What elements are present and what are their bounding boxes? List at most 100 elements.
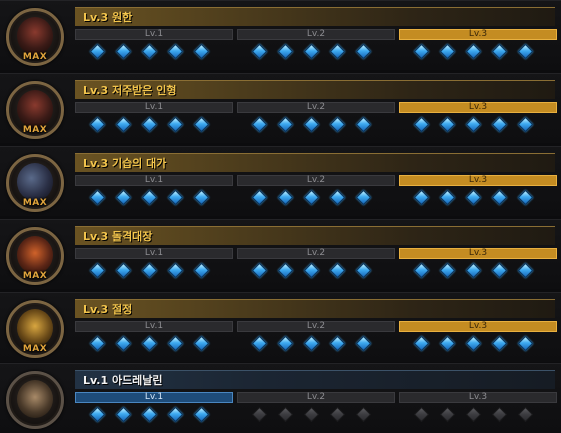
gem-icon bbox=[439, 335, 456, 352]
gem-icon bbox=[355, 116, 372, 133]
gem-icon bbox=[115, 189, 132, 206]
running-figure-portrait-icon bbox=[17, 380, 53, 418]
gem-icon bbox=[355, 262, 372, 279]
gem-icon bbox=[517, 116, 534, 133]
skill-row[interactable]: MAX Lv.3 기습의 대가 Lv.1 Lv.2 Lv.3 bbox=[0, 146, 561, 216]
gem-icon bbox=[465, 262, 482, 279]
level-tab-2[interactable]: Lv.2 bbox=[237, 175, 395, 186]
skill-icon-frame[interactable]: MAX bbox=[6, 154, 64, 212]
skill-icon-frame[interactable]: MAX bbox=[6, 81, 64, 139]
level-tab-3[interactable]: Lv.3 bbox=[399, 29, 557, 40]
gem-icon bbox=[413, 262, 430, 279]
max-badge: MAX bbox=[22, 344, 48, 354]
level-tab-3[interactable]: Lv.3 bbox=[399, 321, 557, 332]
gem-icon bbox=[251, 189, 268, 206]
gem-icon bbox=[329, 189, 346, 206]
gem-icon bbox=[491, 189, 508, 206]
gem-icon bbox=[115, 262, 132, 279]
skill-row[interactable]: MAX Lv.3 돌격대장 Lv.1 Lv.2 Lv.3 bbox=[0, 219, 561, 289]
gem-icon bbox=[303, 262, 320, 279]
gem-icon bbox=[277, 335, 294, 352]
gem-icon bbox=[193, 406, 210, 423]
level-tab-1[interactable]: Lv.1 bbox=[75, 248, 233, 259]
gem-icon bbox=[491, 43, 508, 60]
gem-icon bbox=[517, 335, 534, 352]
gem-icon bbox=[167, 189, 184, 206]
gem-icon bbox=[89, 43, 106, 60]
gem-icon bbox=[465, 43, 482, 60]
gem-icon bbox=[251, 43, 268, 60]
gem-icon bbox=[251, 116, 268, 133]
skull-portrait-icon bbox=[17, 17, 53, 55]
gem-icon bbox=[491, 406, 508, 423]
gem-icon bbox=[439, 43, 456, 60]
gem-icon bbox=[413, 116, 430, 133]
skill-icon-frame[interactable] bbox=[6, 371, 64, 429]
skill-icon-frame[interactable]: MAX bbox=[6, 8, 64, 66]
gem-icon bbox=[491, 335, 508, 352]
skill-title-bar: Lv.3 원한 bbox=[75, 7, 555, 26]
level-tab-3[interactable]: Lv.3 bbox=[399, 102, 557, 113]
level-tab-1[interactable]: Lv.1 bbox=[75, 102, 233, 113]
skill-row[interactable]: MAX Lv.3 저주받은 인형 Lv.1 Lv.2 Lv.3 bbox=[0, 73, 561, 143]
skill-title-bar: Lv.3 돌격대장 bbox=[75, 226, 555, 245]
gem-icon bbox=[303, 43, 320, 60]
skill-icon-frame[interactable]: MAX bbox=[6, 300, 64, 358]
gem-icon bbox=[89, 335, 106, 352]
level-tab-1[interactable]: Lv.1 bbox=[75, 392, 233, 403]
level-tab-2[interactable]: Lv.2 bbox=[237, 29, 395, 40]
gem-icon bbox=[141, 189, 158, 206]
gem-icon bbox=[465, 406, 482, 423]
level-tab-2[interactable]: Lv.2 bbox=[237, 102, 395, 113]
gem-icon bbox=[89, 406, 106, 423]
gem-icon bbox=[413, 189, 430, 206]
gem-icon bbox=[141, 43, 158, 60]
flaming-warrior-portrait-icon bbox=[17, 236, 53, 274]
gem-icon bbox=[193, 335, 210, 352]
gem-icon bbox=[413, 43, 430, 60]
skill-title: Lv.3 기습의 대가 bbox=[83, 157, 167, 170]
gem-icon bbox=[251, 262, 268, 279]
skill-row[interactable]: MAX Lv.3 원한 Lv.1 Lv.2 Lv.3 bbox=[0, 0, 561, 70]
level-tab-1[interactable]: Lv.1 bbox=[75, 321, 233, 332]
gem-icon bbox=[89, 116, 106, 133]
skill-row[interactable]: Lv.1 아드레날린 Lv.1 Lv.2 Lv.3 bbox=[0, 363, 561, 433]
gem-icon bbox=[141, 406, 158, 423]
level-tab-1[interactable]: Lv.1 bbox=[75, 29, 233, 40]
gem-icon bbox=[193, 116, 210, 133]
gem-icon bbox=[329, 406, 346, 423]
level-tab-1[interactable]: Lv.1 bbox=[75, 175, 233, 186]
skill-title: Lv.3 원한 bbox=[83, 11, 133, 24]
gem-icon bbox=[115, 116, 132, 133]
gem-icon bbox=[303, 189, 320, 206]
gem-icon bbox=[303, 406, 320, 423]
gem-icon bbox=[413, 335, 430, 352]
gem-icon bbox=[277, 43, 294, 60]
gem-icon bbox=[439, 406, 456, 423]
skill-title-bar: Lv.3 저주받은 인형 bbox=[75, 80, 555, 99]
gem-icon bbox=[329, 116, 346, 133]
gem-icon bbox=[329, 335, 346, 352]
level-tab-3[interactable]: Lv.3 bbox=[399, 392, 557, 403]
gem-icon bbox=[89, 262, 106, 279]
skill-title: Lv.1 아드레날린 bbox=[83, 374, 163, 387]
gem-icon bbox=[439, 262, 456, 279]
gem-icon bbox=[277, 406, 294, 423]
skill-icon-frame[interactable]: MAX bbox=[6, 227, 64, 285]
level-tab-3[interactable]: Lv.3 bbox=[399, 175, 557, 186]
gem-icon bbox=[303, 116, 320, 133]
crescent-moon-portrait-icon bbox=[17, 163, 53, 201]
level-tab-3[interactable]: Lv.3 bbox=[399, 248, 557, 259]
gem-icon bbox=[193, 189, 210, 206]
skill-row[interactable]: MAX Lv.3 절정 Lv.1 Lv.2 Lv.3 bbox=[0, 292, 561, 362]
gem-icon bbox=[89, 189, 106, 206]
max-badge: MAX bbox=[22, 125, 48, 135]
gem-icon bbox=[329, 262, 346, 279]
level-tab-2[interactable]: Lv.2 bbox=[237, 392, 395, 403]
gem-icon bbox=[355, 406, 372, 423]
level-tab-2[interactable]: Lv.2 bbox=[237, 248, 395, 259]
gem-icon bbox=[167, 43, 184, 60]
skill-title: Lv.3 절정 bbox=[83, 303, 133, 316]
skill-title: Lv.3 돌격대장 bbox=[83, 230, 153, 243]
level-tab-2[interactable]: Lv.2 bbox=[237, 321, 395, 332]
